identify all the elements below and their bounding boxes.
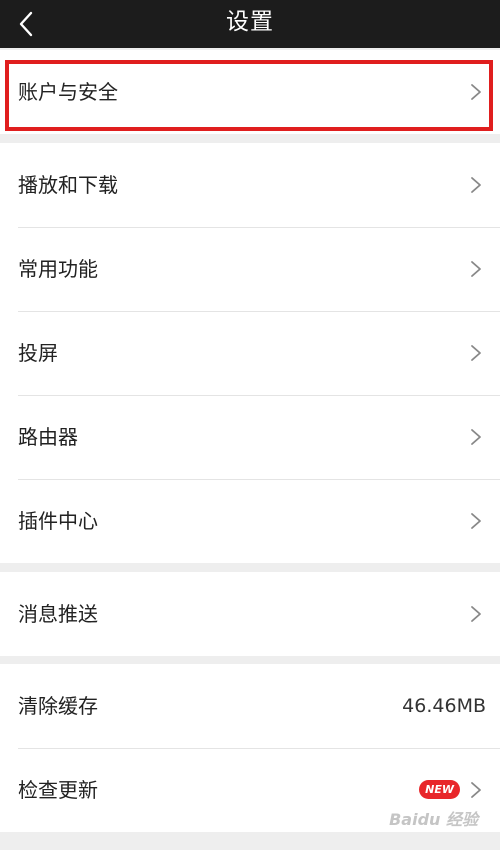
settings-item-screen-cast[interactable]: 投屏	[0, 311, 500, 395]
group-account: 账户与安全	[0, 50, 500, 134]
chevron-right-icon	[471, 513, 481, 529]
settings-item-label: 播放和下载	[18, 173, 118, 197]
top-bar: 设置	[0, 0, 500, 48]
chevron-right-icon	[471, 261, 481, 277]
settings-item-router[interactable]: 路由器	[0, 395, 500, 479]
settings-item-push-messages[interactable]: 消息推送	[0, 572, 500, 656]
settings-item-common-features[interactable]: 常用功能	[0, 227, 500, 311]
settings-item-check-update[interactable]: 检查更新 NEW	[0, 748, 500, 832]
settings-item-plugin-center[interactable]: 插件中心	[0, 479, 500, 563]
settings-item-label: 插件中心	[18, 509, 98, 533]
settings-item-play-download[interactable]: 播放和下载	[0, 143, 500, 227]
new-badge: NEW	[419, 780, 460, 799]
settings-item-label: 消息推送	[18, 602, 98, 626]
row-divider	[18, 311, 500, 312]
settings-item-label: 投屏	[18, 341, 58, 365]
group-maintenance: 清除缓存 46.46MB 检查更新 NEW	[0, 664, 500, 832]
settings-screen: 设置 账户与安全 播放和下载 常用功能 投屏 路由器 插件中心 消息推送 清除缓…	[0, 0, 500, 850]
chevron-right-icon	[471, 345, 481, 361]
cache-size-value: 46.46MB	[402, 695, 486, 717]
page-title: 设置	[226, 9, 274, 35]
settings-item-label: 路由器	[18, 425, 78, 449]
row-divider	[18, 395, 500, 396]
chevron-right-icon	[471, 606, 481, 622]
chevron-right-icon	[471, 84, 481, 100]
settings-item-account-security[interactable]: 账户与安全	[0, 50, 500, 134]
group-general: 播放和下载 常用功能 投屏 路由器 插件中心	[0, 143, 500, 563]
settings-item-label: 常用功能	[18, 257, 98, 281]
chevron-right-icon	[471, 429, 481, 445]
chevron-right-icon	[471, 177, 481, 193]
settings-item-label: 账户与安全	[18, 80, 118, 104]
settings-item-label: 清除缓存	[18, 694, 98, 718]
settings-item-clear-cache[interactable]: 清除缓存 46.46MB	[0, 664, 500, 748]
settings-item-label: 检查更新	[18, 778, 98, 802]
group-notifications: 消息推送	[0, 572, 500, 656]
chevron-right-icon	[471, 782, 481, 798]
